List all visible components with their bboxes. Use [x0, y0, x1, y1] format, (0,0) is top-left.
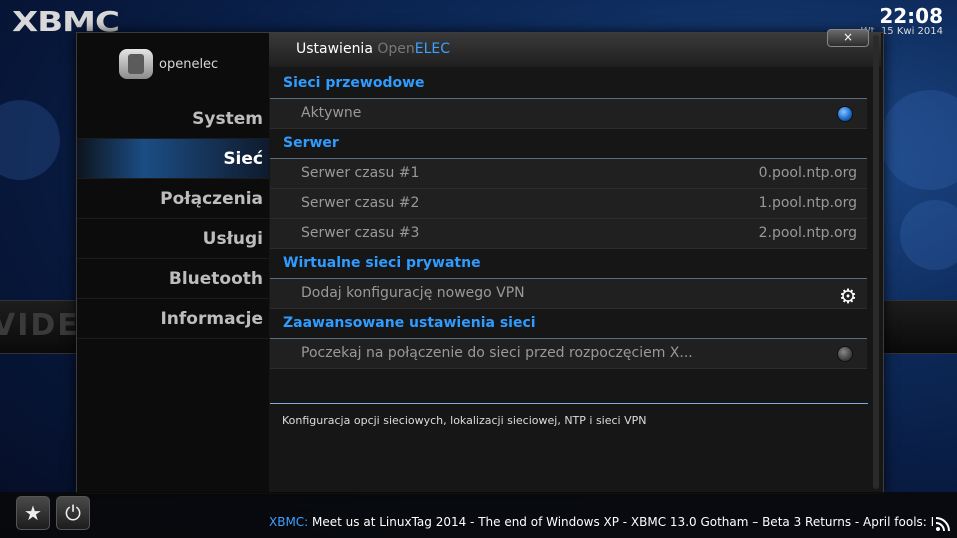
toggle-on-icon[interactable]: [837, 106, 853, 122]
setting-time-server-1[interactable]: Serwer czasu #1 0.pool.ntp.org: [270, 159, 867, 189]
section-header-wired: Sieci przewodowe: [270, 69, 867, 99]
dialog-title: Ustawienia OpenELEC: [296, 41, 450, 57]
dialog-title-elec: ELEC: [414, 41, 451, 57]
background-bubble: [900, 200, 957, 270]
ticker-source: XBMC:: [269, 515, 313, 529]
sidebar-item-bluetooth[interactable]: Bluetooth: [77, 259, 269, 299]
settings-list: Sieci przewodowe Aktywne Serwer Serwer c…: [270, 69, 867, 369]
favourites-button[interactable]: ★: [16, 496, 50, 530]
openelec-logo-icon: [119, 49, 153, 79]
openelec-logo-text: openelec: [159, 56, 219, 72]
power-icon: ⏻: [65, 501, 81, 525]
setting-add-vpn[interactable]: Dodaj konfigurację nowego VPN ⚙: [270, 279, 867, 309]
close-button[interactable]: ×: [827, 29, 869, 47]
setting-description: Konfiguracja opcji sieciowych, lokalizac…: [270, 403, 868, 437]
section-header-vpn: Wirtualne sieci prywatne: [270, 249, 867, 279]
setting-time-server-2[interactable]: Serwer czasu #2 1.pool.ntp.org: [270, 189, 867, 219]
background-bubble: [0, 100, 60, 180]
scrollbar[interactable]: [873, 35, 879, 489]
openelec-logo: openelec: [119, 49, 218, 79]
section-header-advanced: Zaawansowane ustawienia sieci: [270, 309, 867, 339]
setting-label: Dodaj konfigurację nowego VPN: [301, 285, 525, 301]
clock: 22:08: [879, 4, 943, 28]
sidebar-item-information[interactable]: Informacje: [77, 299, 269, 339]
sidebar-item-services[interactable]: Usługi: [77, 219, 269, 259]
setting-label: Serwer czasu #1: [301, 165, 420, 181]
toggle-off-icon[interactable]: [837, 346, 853, 362]
setting-label: Serwer czasu #2: [301, 195, 420, 211]
sidebar-item-network[interactable]: Sieć: [77, 139, 269, 179]
setting-wired-active[interactable]: Aktywne: [270, 99, 867, 129]
rss-ticker: XBMC: Meet us at LinuxTag 2014 - The end…: [269, 515, 933, 529]
rss-icon: [935, 516, 951, 532]
setting-label: Aktywne: [301, 105, 362, 121]
setting-label: Poczekaj na połączenie do sieci przed ro…: [301, 345, 693, 361]
ticker-text: Meet us at LinuxTag 2014 - The end of Wi…: [312, 515, 933, 529]
background-bubble: [880, 90, 957, 190]
sidebar-item-connections[interactable]: Połączenia: [77, 179, 269, 219]
openelec-settings-dialog: openelec System Sieć Połączenia Usługi B…: [76, 29, 884, 494]
star-icon: ★: [24, 501, 42, 525]
setting-wait-for-network[interactable]: Poczekaj na połączenie do sieci przed ro…: [270, 339, 867, 369]
gear-icon[interactable]: ⚙: [839, 282, 857, 311]
setting-value: 1.pool.ntp.org: [758, 195, 857, 211]
settings-sidebar: openelec System Sieć Połączenia Usługi B…: [77, 33, 269, 493]
section-header-server: Serwer: [270, 129, 867, 159]
setting-value: 2.pool.ntp.org: [758, 225, 857, 241]
dialog-title-bar: Ustawienia OpenELEC ×: [269, 29, 881, 67]
setting-label: Serwer czasu #3: [301, 225, 420, 241]
setting-time-server-3[interactable]: Serwer czasu #3 2.pool.ntp.org: [270, 219, 867, 249]
dialog-title-prefix: Ustawienia: [296, 41, 378, 57]
power-button[interactable]: ⏻: [56, 496, 90, 530]
setting-value: 0.pool.ntp.org: [758, 165, 857, 181]
sidebar-item-system[interactable]: System: [77, 99, 269, 139]
dialog-title-open: Open: [377, 41, 415, 57]
